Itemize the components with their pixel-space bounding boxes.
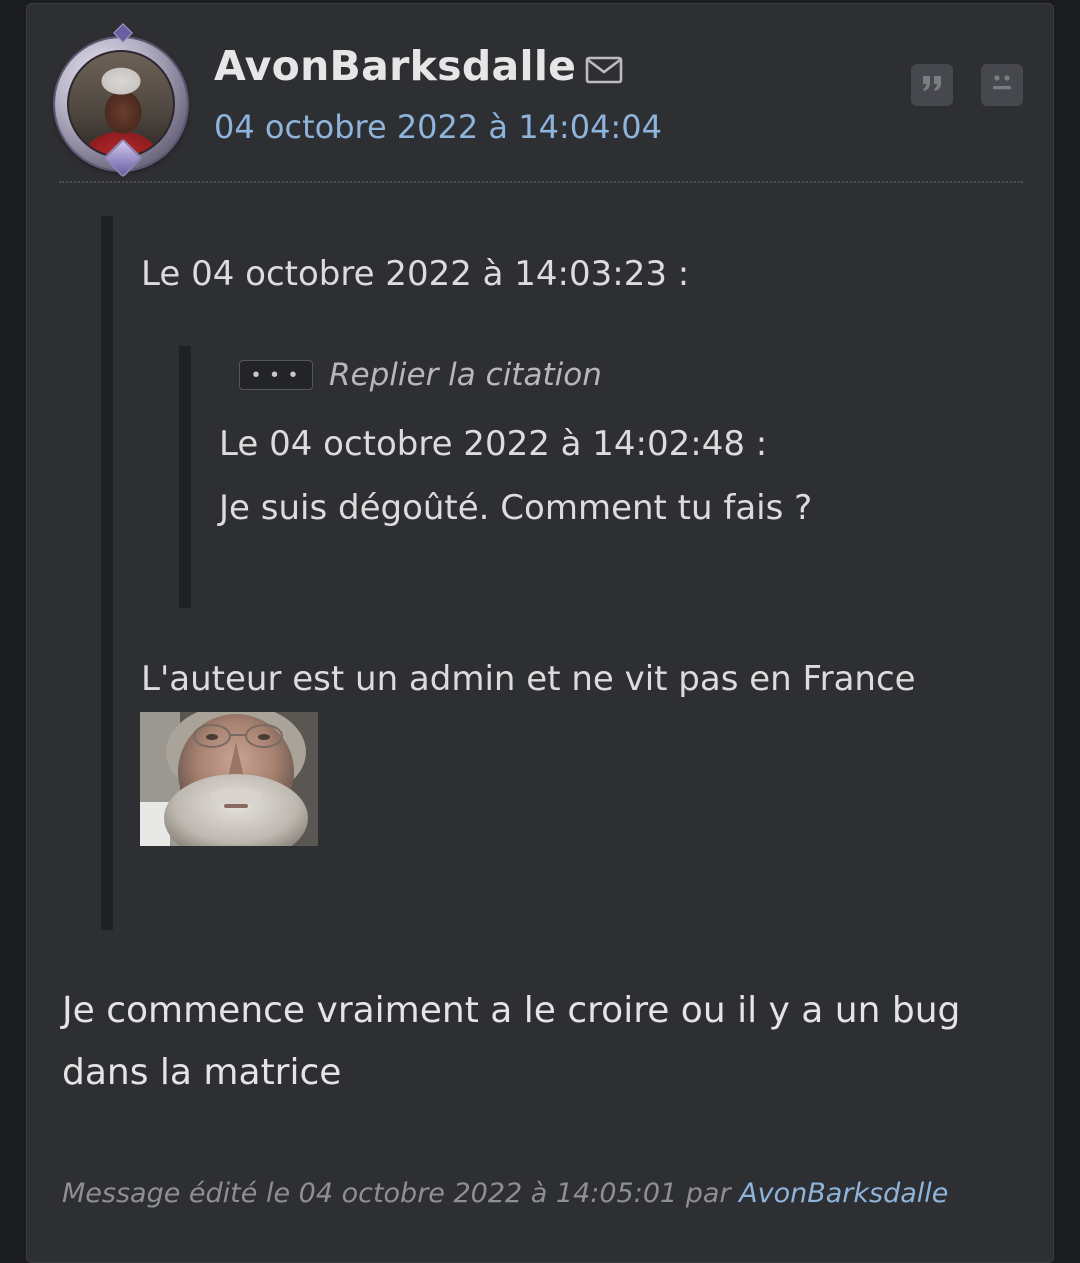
quote-header: Le 04 octobre 2022 à 14:03:23 : <box>141 254 690 294</box>
author-name[interactable]: AvonBarksdalle <box>214 42 576 90</box>
edited-note-text: Message édité le 04 octobre 2022 à 14:05… <box>62 1178 731 1209</box>
avatar[interactable] <box>53 16 193 178</box>
quote-body: L'auteur est un admin et ne vit pas en F… <box>141 659 916 699</box>
quote-button[interactable] <box>911 64 953 106</box>
quote-icon <box>919 72 945 99</box>
nested-quote-bar <box>179 346 191 608</box>
edited-by-user-link[interactable]: AvonBarksdalle <box>739 1178 948 1209</box>
report-button[interactable] <box>981 64 1023 106</box>
nested-quote-header: Le 04 octobre 2022 à 14:02:48 : <box>219 424 768 464</box>
edited-note: Message édité le 04 octobre 2022 à 14:05… <box>62 1178 948 1209</box>
nested-quote-body: Je suis dégoûté. Comment tu fais ? <box>219 488 813 528</box>
header-separator <box>59 181 1023 183</box>
post-date[interactable]: 04 octobre 2022 à 14:04:04 <box>214 108 662 146</box>
collapse-quote-button[interactable]: • • • <box>239 360 313 390</box>
quote-bar <box>101 216 113 930</box>
sad-face-icon <box>987 69 1017 102</box>
reply-text: Je commence vraiment a le croire ou il y… <box>62 990 961 1093</box>
quote-image[interactable] <box>140 712 318 846</box>
forum-post: AvonBarksdalle 04 octobre 2022 à 14:04:0… <box>26 3 1054 1263</box>
collapse-quote-label[interactable]: Replier la citation <box>329 357 602 393</box>
mail-icon[interactable] <box>585 56 623 84</box>
